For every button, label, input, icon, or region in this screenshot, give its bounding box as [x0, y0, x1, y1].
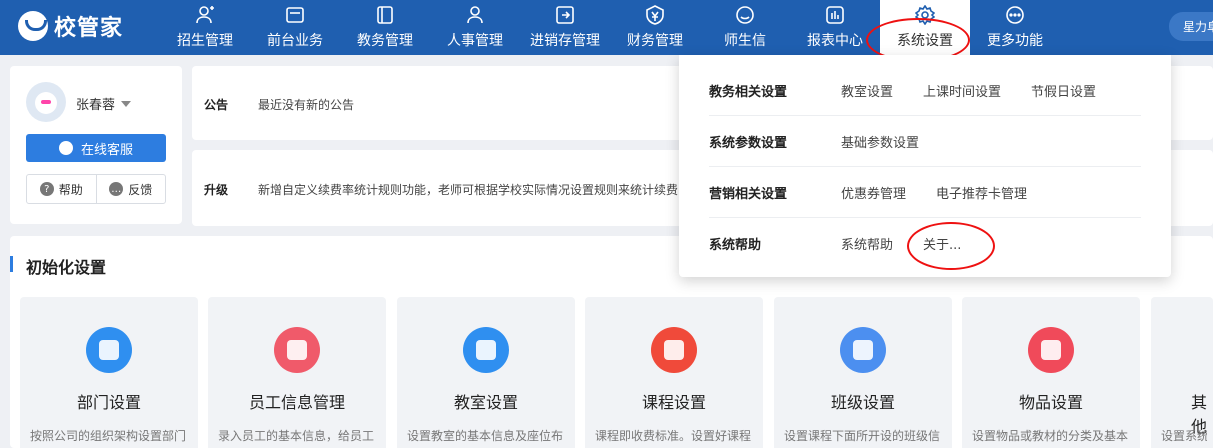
- online-service-label: 在线客服: [80, 142, 133, 158]
- nav-label: 教务管理: [357, 33, 413, 49]
- nav-label: 人事管理: [447, 33, 503, 49]
- chat-icon: [734, 4, 756, 26]
- id-card-icon: [274, 327, 320, 373]
- menu-item-referral-card-management[interactable]: 电子推荐卡管理: [936, 183, 1027, 202]
- profile-card: 张春蓉 在线客服 ? 帮助 … 反馈: [10, 66, 182, 224]
- card-department-settings[interactable]: 部门设置 按照公司的组织架构设置部门: [20, 297, 198, 448]
- nav-item-messages[interactable]: 师生信: [700, 0, 790, 55]
- card-class-settings[interactable]: 班级设置 设置课程下面所开设的班级信: [774, 297, 952, 448]
- user-name: 张春蓉: [76, 98, 116, 113]
- nav-item-front-desk[interactable]: 前台业务: [250, 0, 340, 55]
- nav-item-enrollment[interactable]: 招生管理: [160, 0, 250, 55]
- user-add-icon: [194, 4, 216, 26]
- nav-item-inventory[interactable]: 进销存管理: [520, 0, 610, 55]
- more-icon: [1004, 4, 1026, 26]
- dropdown-row-academic: 教务相关设置 教室设置 上课时间设置 节假日设置: [709, 65, 1141, 116]
- dropdown-heading: 系统参数设置: [709, 135, 788, 151]
- nav-item-hr[interactable]: 人事管理: [430, 0, 520, 55]
- nav-label: 更多功能: [987, 33, 1043, 49]
- nav-item-finance[interactable]: 财务管理: [610, 0, 700, 55]
- card-desc: 设置系统: [1161, 429, 1207, 443]
- org-tree-icon: [86, 327, 132, 373]
- nav-label: 进销存管理: [530, 33, 600, 49]
- chart-icon: [824, 4, 846, 26]
- help-label: 帮助: [58, 182, 83, 197]
- gear-icon: [914, 4, 936, 26]
- chat-bubble-icon: [58, 141, 73, 155]
- app-logo[interactable]: 校管家: [18, 10, 123, 42]
- desk-icon: [284, 4, 306, 26]
- question-icon: ?: [39, 182, 54, 196]
- dropdown-heading: 系统帮助: [709, 238, 762, 253]
- card-title: 物品设置: [1018, 393, 1083, 412]
- dropdown-row-help: 系统帮助 系统帮助 关于...: [709, 218, 1141, 269]
- user-menu[interactable]: 张春蓉: [76, 94, 132, 113]
- help-feedback-row: ? 帮助 … 反馈: [26, 174, 166, 204]
- announcement-text[interactable]: 最近没有新的公告: [258, 96, 354, 113]
- help-button[interactable]: ? 帮助: [27, 175, 96, 203]
- online-service-button[interactable]: 在线客服: [26, 134, 166, 162]
- nav-label: 报表中心: [807, 33, 863, 49]
- nav-item-reports[interactable]: 报表中心: [790, 0, 880, 55]
- box-icon: [1028, 327, 1074, 373]
- dropdown-row-marketing: 营销相关设置 优惠券管理 电子推荐卡管理: [709, 167, 1141, 218]
- menu-item-system-help[interactable]: 系统帮助: [841, 234, 893, 253]
- feedback-button[interactable]: … 反馈: [95, 175, 166, 203]
- card-desc: 按照公司的组织架构设置部门: [30, 429, 187, 443]
- nav-label: 招生管理: [177, 33, 233, 49]
- money-icon: [644, 4, 666, 26]
- card-desc: 设置物品或教材的分类及基本: [972, 429, 1129, 443]
- menu-item-basic-params[interactable]: 基础参数设置: [841, 132, 919, 151]
- nav-item-system-settings[interactable]: 系统设置: [880, 0, 970, 55]
- announcement-label: 公告: [204, 98, 229, 112]
- card-desc: 课程即收费标准。设置好课程: [595, 429, 752, 443]
- card-desc: 设置课程下面所开设的班级信: [784, 429, 941, 443]
- card-item-settings[interactable]: 物品设置 设置物品或教材的分类及基本: [962, 297, 1140, 448]
- menu-item-classroom-settings[interactable]: 教室设置: [841, 81, 893, 100]
- card-title: 员工信息管理: [248, 393, 345, 412]
- person-icon: [464, 4, 486, 26]
- card-classroom-settings[interactable]: 教室设置 设置教室的基本信息及座位布: [397, 297, 575, 448]
- menu-item-about[interactable]: 关于...: [923, 234, 961, 253]
- book-icon: [374, 4, 396, 26]
- avatar[interactable]: [26, 82, 66, 122]
- system-settings-dropdown: 教务相关设置 教室设置 上课时间设置 节假日设置 系统参数设置 基础参数设置 营…: [679, 55, 1171, 277]
- card-title: 部门设置: [76, 393, 141, 412]
- group-icon: [840, 327, 886, 373]
- app-name: 校管家: [54, 16, 124, 41]
- nav-label: 财务管理: [627, 33, 683, 49]
- menu-item-class-time-settings[interactable]: 上课时间设置: [923, 81, 1001, 100]
- nav-item-academic[interactable]: 教务管理: [340, 0, 430, 55]
- nav-label: 系统设置: [897, 33, 953, 49]
- card-desc: 录入员工的基本信息，给员工: [218, 429, 375, 443]
- card-course-settings[interactable]: 课程设置 课程即收费标准。设置好课程: [585, 297, 763, 448]
- card-desc: 设置教室的基本信息及座位布: [407, 429, 564, 443]
- dropdown-heading: 营销相关设置: [709, 186, 788, 202]
- main-nav: 招生管理 前台业务 教务管理 人事管理 进销存管理 财务管理 师生信 报表中心: [160, 0, 1060, 55]
- caret-down-icon: [121, 100, 132, 107]
- nav-label: 前台业务: [267, 33, 323, 49]
- card-title: 班级设置: [830, 393, 895, 412]
- card-other-settings[interactable]: 其他 设置系统: [1151, 297, 1213, 448]
- card-title: 课程设置: [641, 393, 706, 412]
- dropdown-heading: 教务相关设置: [709, 84, 788, 100]
- nav-item-more[interactable]: 更多功能: [970, 0, 1060, 55]
- init-settings-title: 初始化设置: [9, 254, 106, 278]
- logo-icon: [18, 11, 48, 41]
- upgrade-label: 升级: [204, 183, 229, 197]
- menu-item-holiday-settings[interactable]: 节假日设置: [1031, 81, 1096, 100]
- nav-label: 师生信: [724, 33, 766, 49]
- user-chip[interactable]: 星力阜: [1168, 12, 1213, 41]
- course-book-icon: [651, 327, 697, 373]
- card-staff-info[interactable]: 员工信息管理 录入员工的基本信息，给员工: [208, 297, 386, 448]
- dropdown-row-params: 系统参数设置 基础参数设置: [709, 116, 1141, 167]
- abc-board-icon: [463, 327, 509, 373]
- card-title: 教室设置: [453, 393, 518, 412]
- upgrade-text[interactable]: 新增自定义续费率统计规则功能，老师可根据学校实际情况设置规则来统计续费: [258, 181, 678, 198]
- top-navbar: 校管家 招生管理 前台业务 教务管理 人事管理 进销存管理 财务管理 师生信 报…: [0, 0, 1213, 55]
- menu-item-coupon-management[interactable]: 优惠券管理: [841, 183, 906, 202]
- inventory-icon: [554, 4, 576, 26]
- feedback-icon: …: [109, 182, 124, 196]
- feedback-label: 反馈: [128, 182, 153, 197]
